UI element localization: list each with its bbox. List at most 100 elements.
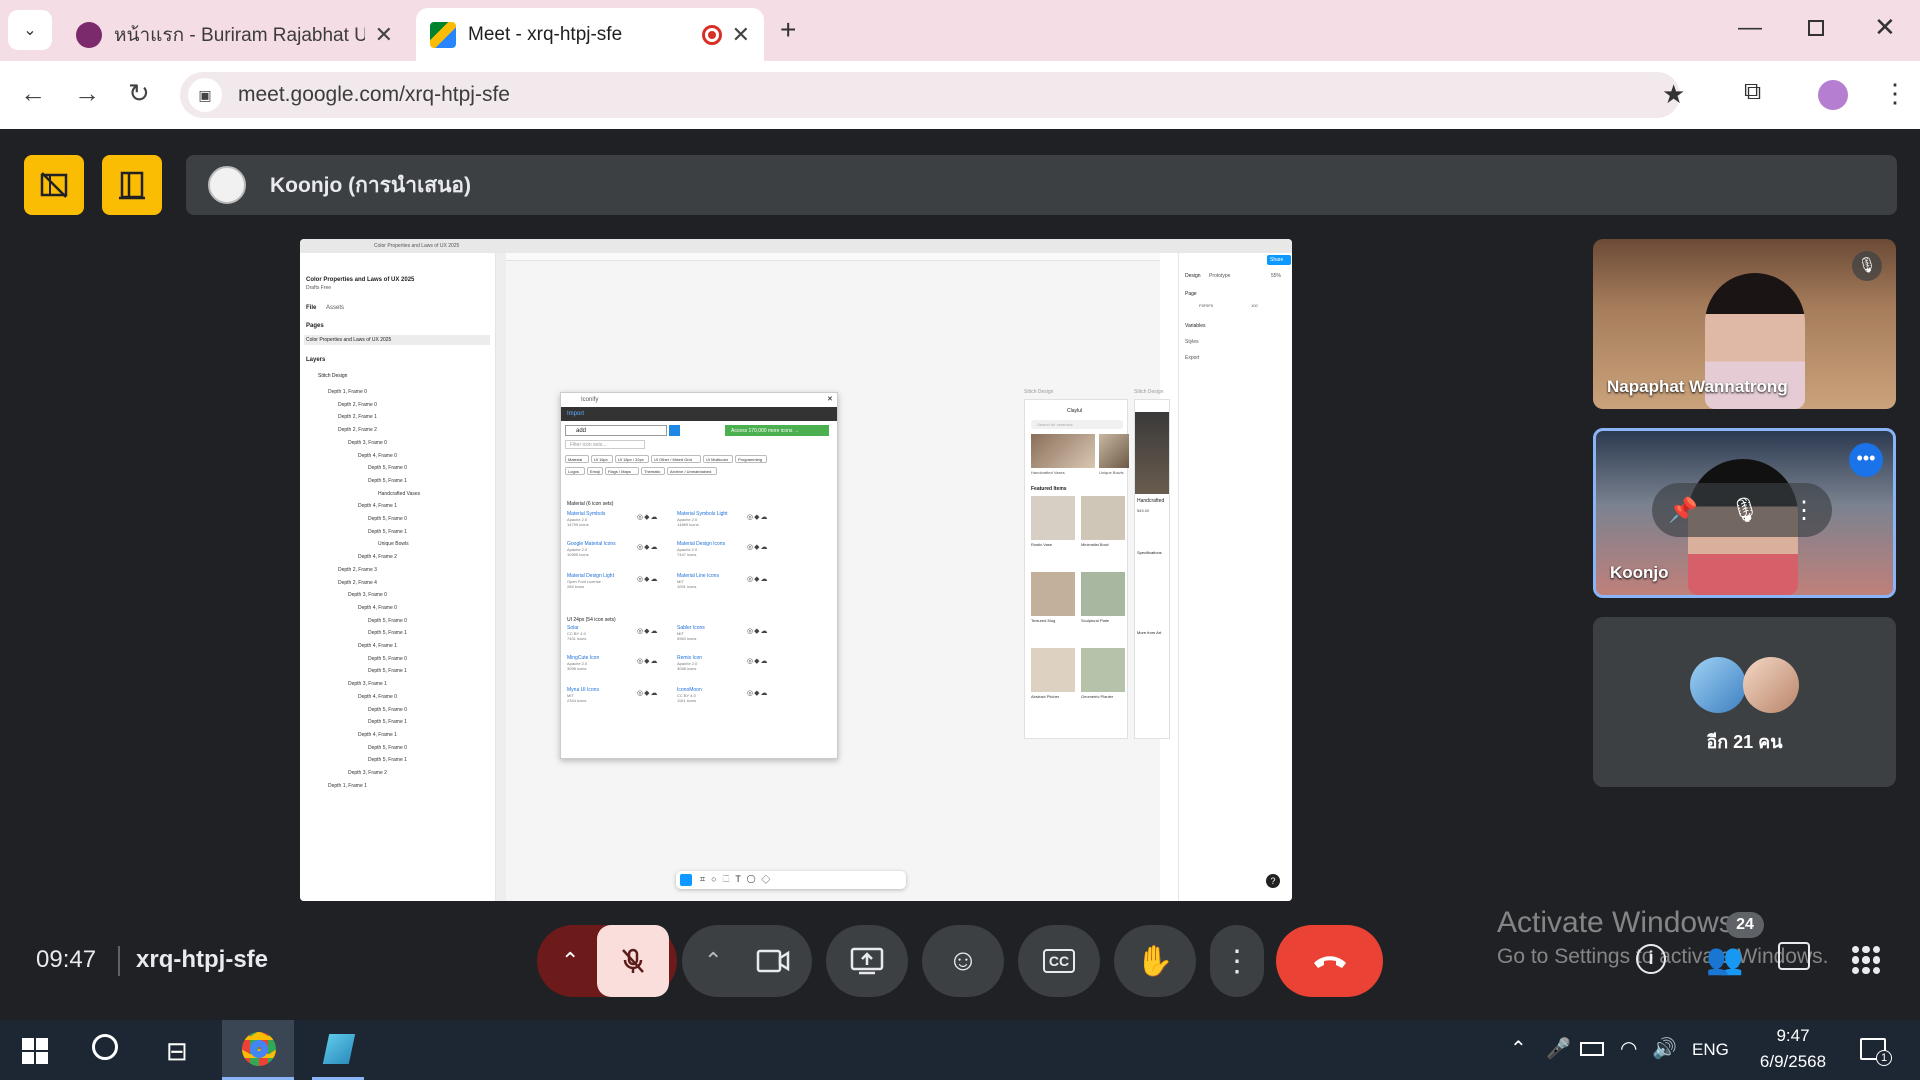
figma-bottom-toolbar[interactable]: ⌗○⬚T◯◇ (676, 871, 906, 889)
layer-row[interactable]: Depth 5, Frame 1 (368, 478, 407, 484)
move-tool-icon[interactable] (680, 874, 692, 886)
layer-row[interactable]: Depth 2, Frame 2 (338, 427, 377, 433)
icon-set-card[interactable]: Google Material Icons Apache 2.0 10955 ico… (567, 541, 671, 567)
filter-chip[interactable]: Flags / Maps (605, 467, 639, 475)
layer-row[interactable]: Handcrafted Vases (378, 491, 420, 497)
layer-row[interactable]: Depth 4, Frame 0 (358, 605, 397, 611)
filter-chip[interactable]: Material (565, 455, 589, 463)
layer-row[interactable]: Depth 3, Frame 1 (348, 681, 387, 687)
browser-menu-icon[interactable]: ⋮ (1882, 78, 1908, 109)
mute-participant-icon[interactable]: 🎙 (1730, 496, 1760, 525)
microphone-toggle-button[interactable] (597, 925, 669, 997)
layer-row[interactable]: Depth 5, Frame 1 (368, 719, 407, 725)
layer-row[interactable]: Depth 3, Frame 2 (348, 770, 387, 776)
icon-set-card[interactable]: IconoMoon CC BY 4.0 1161 icons ◎◆☁ (677, 687, 781, 713)
layer-row[interactable]: Depth 3, Frame 0 (348, 592, 387, 598)
icon-set-card[interactable]: Material Design Icons Apache 2.0 7447 icon… (677, 541, 781, 567)
icon-search-input[interactable]: add (565, 425, 667, 436)
minimize-icon[interactable]: — (1738, 14, 1762, 42)
share-button[interactable]: Share (1267, 255, 1291, 265)
zoom-level[interactable]: 55% (1271, 273, 1281, 279)
icon-set-card[interactable]: Material Line Icons MIT 1091 icons ◎◆☁ (677, 573, 781, 599)
tab-search-chevron-icon[interactable]: ⌄ (8, 10, 52, 50)
language-indicator[interactable]: ENG (1692, 1040, 1729, 1060)
search-icon[interactable] (92, 1034, 118, 1060)
layer-row[interactable]: Depth 5, Frame 0 (368, 465, 407, 471)
layer-row[interactable]: Depth 4, Frame 2 (358, 554, 397, 560)
app-taskbar-icon[interactable] (312, 1020, 364, 1080)
profile-avatar[interactable] (1818, 80, 1848, 110)
prototype-tab[interactable]: Prototype (1209, 273, 1230, 279)
browser-tab-university[interactable]: หน้าแรก - Buriram Rajabhat Univ ✕ (62, 8, 407, 61)
import-label[interactable]: Import (567, 411, 584, 417)
participant-tile-napaphat[interactable]: 🎙 Napaphat Wannatrong (1593, 239, 1896, 409)
layer-row[interactable]: Depth 4, Frame 1 (358, 503, 397, 509)
present-screen-button[interactable] (826, 925, 908, 997)
page-opacity-value[interactable]: 100 (1251, 303, 1258, 308)
captions-button[interactable]: CC (1018, 925, 1100, 997)
layer-row[interactable]: Depth 2, Frame 0 (338, 402, 377, 408)
mockup-phone-home[interactable]: Claylul Search for ceramics Handcrafted … (1024, 399, 1129, 739)
layer-row[interactable]: Depth 3, Frame 0 (348, 440, 387, 446)
more-options-icon[interactable]: ••• (1849, 443, 1883, 477)
mockup-phone-detail[interactable]: Handcrafted $45.00 Specifications More f… (1134, 399, 1170, 739)
filter-chip[interactable]: UI 18px / 32px (615, 455, 649, 463)
forward-icon[interactable]: → (74, 78, 100, 109)
tile-menu-icon[interactable]: ⋮ (1792, 496, 1816, 525)
mockup-item-image[interactable] (1031, 572, 1075, 616)
extensions-icon[interactable]: ⧉ (1744, 78, 1761, 106)
filter-chip[interactable]: Logos (565, 467, 585, 475)
presentation-layout-button[interactable] (102, 155, 162, 215)
activities-button[interactable] (1852, 946, 1880, 974)
more-options-button[interactable]: ⋮ (1210, 925, 1264, 997)
wifi-icon[interactable]: ◠ (1620, 1036, 1637, 1061)
people-button[interactable]: 👥 (1706, 942, 1743, 977)
clock-date[interactable]: 6/9/2568 (1746, 1052, 1840, 1072)
assets-tab[interactable]: Assets (326, 305, 344, 311)
filter-chip[interactable]: UI Other / Mixed Grid (651, 455, 701, 463)
filter-chip[interactable]: Programming (735, 455, 767, 463)
pin-icon[interactable]: 📌 (1668, 496, 1698, 525)
hide-layout-button[interactable] (24, 155, 84, 215)
icon-set-card[interactable]: Sabler Icons MIT 5963 icons ◎◆☁ (677, 625, 781, 651)
site-info-icon[interactable]: ▣ (188, 78, 222, 112)
search-button[interactable] (669, 425, 680, 436)
icon-set-card[interactable]: MingCute Icon Apache 2.0 3098 icons ◎◆☁ (567, 655, 671, 681)
layer-row[interactable]: Depth 5, Frame 1 (368, 668, 407, 674)
layer-row[interactable]: Depth 5, Frame 0 (368, 618, 407, 624)
filter-chip[interactable]: Emoji (587, 467, 603, 475)
design-tab[interactable]: Design (1185, 273, 1201, 279)
layer-row[interactable]: Depth 1, Frame 0 (328, 389, 367, 395)
plugin-close-icon[interactable]: ✕ (827, 395, 833, 403)
back-icon[interactable]: ← (20, 78, 46, 109)
mockup-item-image[interactable] (1081, 496, 1125, 540)
clock-time[interactable]: 9:47 (1764, 1026, 1822, 1046)
start-button[interactable] (22, 1038, 48, 1064)
reload-icon[interactable]: ↻ (128, 78, 150, 109)
mockup-item-image[interactable] (1031, 496, 1075, 540)
icon-set-card[interactable]: Myna UI Icons MIT 2344 icons ◎◆☁ (567, 687, 671, 713)
chat-button[interactable] (1778, 942, 1810, 970)
icon-set-card[interactable]: Material Symbols Light Apache 2.0 14869 ic… (677, 511, 781, 537)
layer-row[interactable]: Depth 5, Frame 1 (368, 529, 407, 535)
chrome-taskbar-icon[interactable] (222, 1020, 294, 1080)
filter-chip[interactable]: Thematic (641, 467, 665, 475)
filter-chip[interactable]: UI Multicolor (703, 455, 733, 463)
layer-row[interactable]: Depth 4, Frame 0 (358, 694, 397, 700)
reactions-button[interactable]: ☺ (922, 925, 1004, 997)
participant-tile-koonjo[interactable]: ••• 📌 🎙 ⋮ Koonjo (1593, 428, 1896, 598)
filter-chip[interactable]: Archive / Unmaintained (667, 467, 717, 475)
page-color-value[interactable]: F5F5F5 (1199, 303, 1213, 308)
mockup-item-image[interactable] (1031, 648, 1075, 692)
close-tab-icon[interactable]: ✕ (375, 22, 393, 48)
raise-hand-button[interactable]: ✋ (1114, 925, 1196, 997)
icon-set-card[interactable]: Remix Icon Apache 2.0 3058 icons ◎◆☁ (677, 655, 781, 681)
layer-row[interactable]: Unique Bowls (378, 541, 409, 547)
mockup-search-input[interactable]: Search for ceramics (1031, 420, 1123, 429)
layer-row[interactable]: Depth 2, Frame 4 (338, 580, 377, 586)
filter-input[interactable]: Filter icon sets... (565, 440, 645, 449)
restore-icon[interactable] (1808, 20, 1824, 36)
leave-call-button[interactable] (1276, 925, 1383, 997)
url-text[interactable]: meet.google.com/xrq-htpj-sfe (238, 83, 510, 107)
help-icon[interactable]: ? (1266, 874, 1280, 888)
